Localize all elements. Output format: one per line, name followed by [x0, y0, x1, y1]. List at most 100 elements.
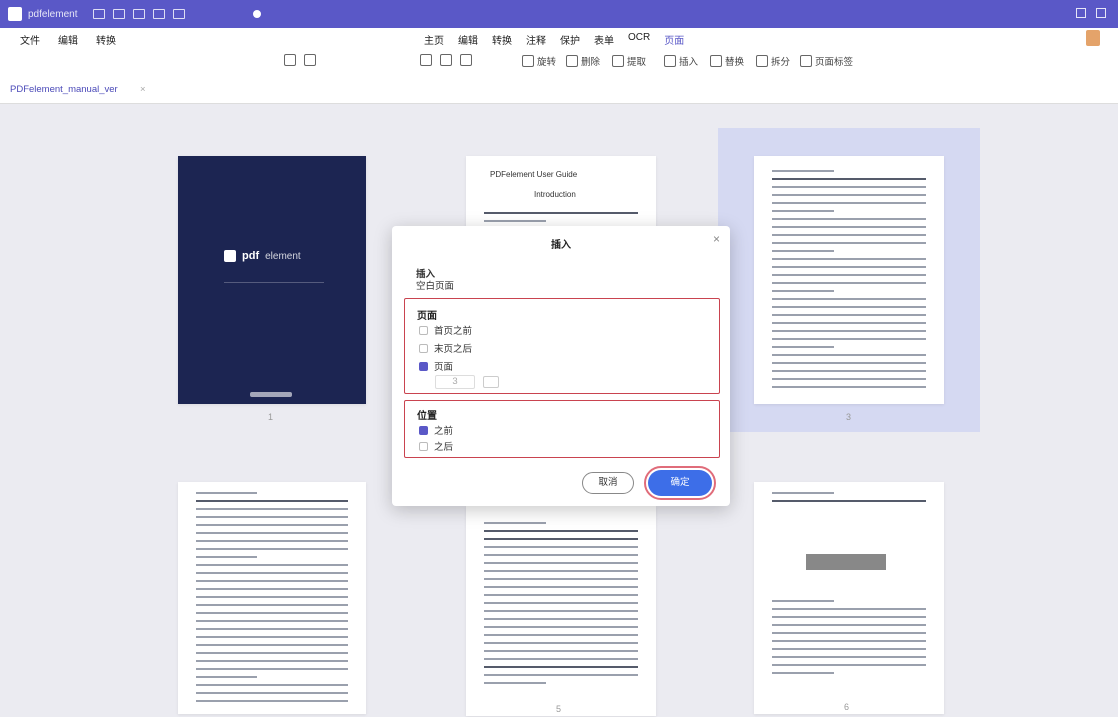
extract-icon [612, 55, 624, 67]
rotate-left-button[interactable] [420, 54, 432, 66]
stepper-button[interactable] [483, 376, 499, 388]
page5-lines [484, 522, 638, 690]
zoom-out-icon [284, 54, 296, 66]
rotate-icon [522, 55, 534, 67]
page-number-6: 6 [844, 702, 850, 712]
page-number-input[interactable]: 3 [435, 375, 475, 389]
option-before-label: 之前 [434, 426, 454, 437]
delete-icon [566, 55, 578, 67]
app-logo-icon [8, 7, 22, 21]
page-number-3: 3 [846, 412, 852, 422]
delete-label: 删除 [581, 57, 601, 68]
document-tab[interactable]: PDFelement_manual_ver [10, 84, 118, 95]
page6-lines [772, 600, 926, 680]
page-thumbnail-6[interactable]: 6 [754, 482, 944, 714]
option-after-label: 之后 [434, 442, 454, 453]
page-number-stepper[interactable]: 3 [435, 375, 499, 389]
rotate-button[interactable]: 旋转 [522, 54, 556, 68]
app-title: pdfelement [28, 8, 78, 20]
ok-button[interactable]: 确定 [644, 466, 716, 500]
option-page-label: 页面 [434, 362, 454, 373]
zoom-out-button[interactable] [284, 54, 296, 66]
window-controls [1076, 8, 1106, 18]
insert-button[interactable]: 插入 [664, 54, 698, 68]
document-tab-bar: PDFelement_manual_ver × [0, 74, 1118, 104]
close-window-icon[interactable] [1096, 8, 1106, 18]
insert-label: 插入 [679, 57, 699, 68]
page2-subtitle: Introduction [534, 190, 576, 199]
radio-before-first[interactable] [419, 325, 428, 335]
option-after[interactable]: 之后 [419, 439, 453, 453]
page6-lines-top [772, 492, 926, 508]
menu-file[interactable]: 文件 [20, 32, 40, 47]
zoom-in-icon [304, 54, 316, 66]
cover-divider [224, 282, 324, 283]
menu-convert[interactable]: 转换 [96, 32, 116, 47]
minimize-icon[interactable] [1076, 8, 1086, 18]
profile-icon[interactable] [1086, 30, 1100, 46]
insert-page-dialog: 插入 × 插入 空白页面 页面 首页之前 末页之后 页面 3 位置 之前 之后 … [392, 226, 730, 506]
page6-image [806, 554, 886, 570]
cover-footer-logo [250, 392, 292, 397]
undo-icon[interactable] [113, 9, 126, 19]
page-thumbnail-1[interactable]: pdf element [178, 156, 366, 404]
open-icon[interactable] [173, 9, 186, 19]
page-thumbnail-2[interactable]: PDFelement User Guide Introduction [466, 156, 656, 228]
page-label-icon [800, 55, 812, 67]
option-before-first-label: 首页之前 [434, 326, 473, 337]
extract-button[interactable]: 提取 [612, 54, 646, 68]
position-title: 位置 [417, 411, 437, 422]
split-label: 拆分 [771, 57, 791, 68]
page-thumbnail-5[interactable]: 5 [466, 506, 656, 716]
page-number-5: 5 [556, 704, 562, 714]
radio-after-last[interactable] [419, 343, 428, 353]
redo-icon[interactable] [133, 9, 146, 19]
cancel-button[interactable]: 取消 [582, 472, 634, 494]
position-section: 位置 之前 之后 [404, 400, 720, 458]
option-before-first[interactable]: 首页之前 [419, 323, 472, 337]
option-before[interactable]: 之前 [419, 423, 453, 437]
insert-type-value: 空白页面 [416, 281, 455, 292]
page2-title: PDFelement User Guide [490, 170, 578, 179]
page-thumbnail-3[interactable] [754, 156, 944, 404]
cover-brand: pdf [242, 250, 260, 262]
split-button[interactable]: 拆分 [756, 54, 790, 68]
save-icon[interactable] [93, 9, 106, 19]
rotate-right-icon [440, 54, 452, 66]
close-icon[interactable]: × [713, 232, 720, 246]
rotate-right-button[interactable] [440, 54, 452, 66]
page4-lines [196, 492, 348, 708]
extract-label: 提取 [627, 57, 647, 68]
page-label-button[interactable]: 页面标签 [800, 54, 853, 68]
close-tab-icon[interactable]: × [140, 84, 146, 95]
rotate-label: 旋转 [537, 57, 557, 68]
menu-edit[interactable]: 编辑 [58, 32, 78, 47]
insert-icon [664, 55, 676, 67]
dialog-title: 插入 [551, 240, 571, 251]
cover-brand-rest: element [265, 250, 301, 262]
option-after-last[interactable]: 末页之后 [419, 341, 472, 355]
delete-page-icon [460, 54, 472, 66]
menu-bar: 文件 编辑 转换 主页 编辑 转换 注释 保护 表单 OCR 页面 [0, 28, 1118, 50]
replace-button[interactable]: 替换 [710, 54, 744, 68]
delete-button[interactable]: 删除 [566, 54, 600, 68]
page-range-title: 页面 [417, 311, 437, 322]
zoom-in-button[interactable] [304, 54, 316, 66]
title-bar: pdfelement [0, 0, 1118, 28]
notification-icon[interactable] [253, 10, 262, 18]
option-page[interactable]: 页面 [419, 359, 453, 373]
delete-page-button[interactable] [460, 54, 472, 66]
page-range-section: 页面 首页之前 末页之后 页面 3 [404, 298, 720, 394]
pdfelement-logo-icon [224, 250, 236, 262]
page-thumbnail-4[interactable] [178, 482, 366, 714]
page-number-1: 1 [268, 412, 274, 422]
radio-after[interactable] [419, 441, 428, 451]
radio-page[interactable] [419, 361, 428, 371]
cover-logo: pdf element [224, 250, 301, 262]
page-label-label: 页面标签 [815, 57, 854, 68]
print-icon[interactable] [153, 9, 166, 19]
radio-before[interactable] [419, 425, 428, 435]
page-toolbar: 旋转 删除 提取 插入 替换 拆分 页面标签 [0, 48, 1118, 74]
replace-icon [710, 55, 722, 67]
option-after-last-label: 末页之后 [434, 344, 473, 355]
